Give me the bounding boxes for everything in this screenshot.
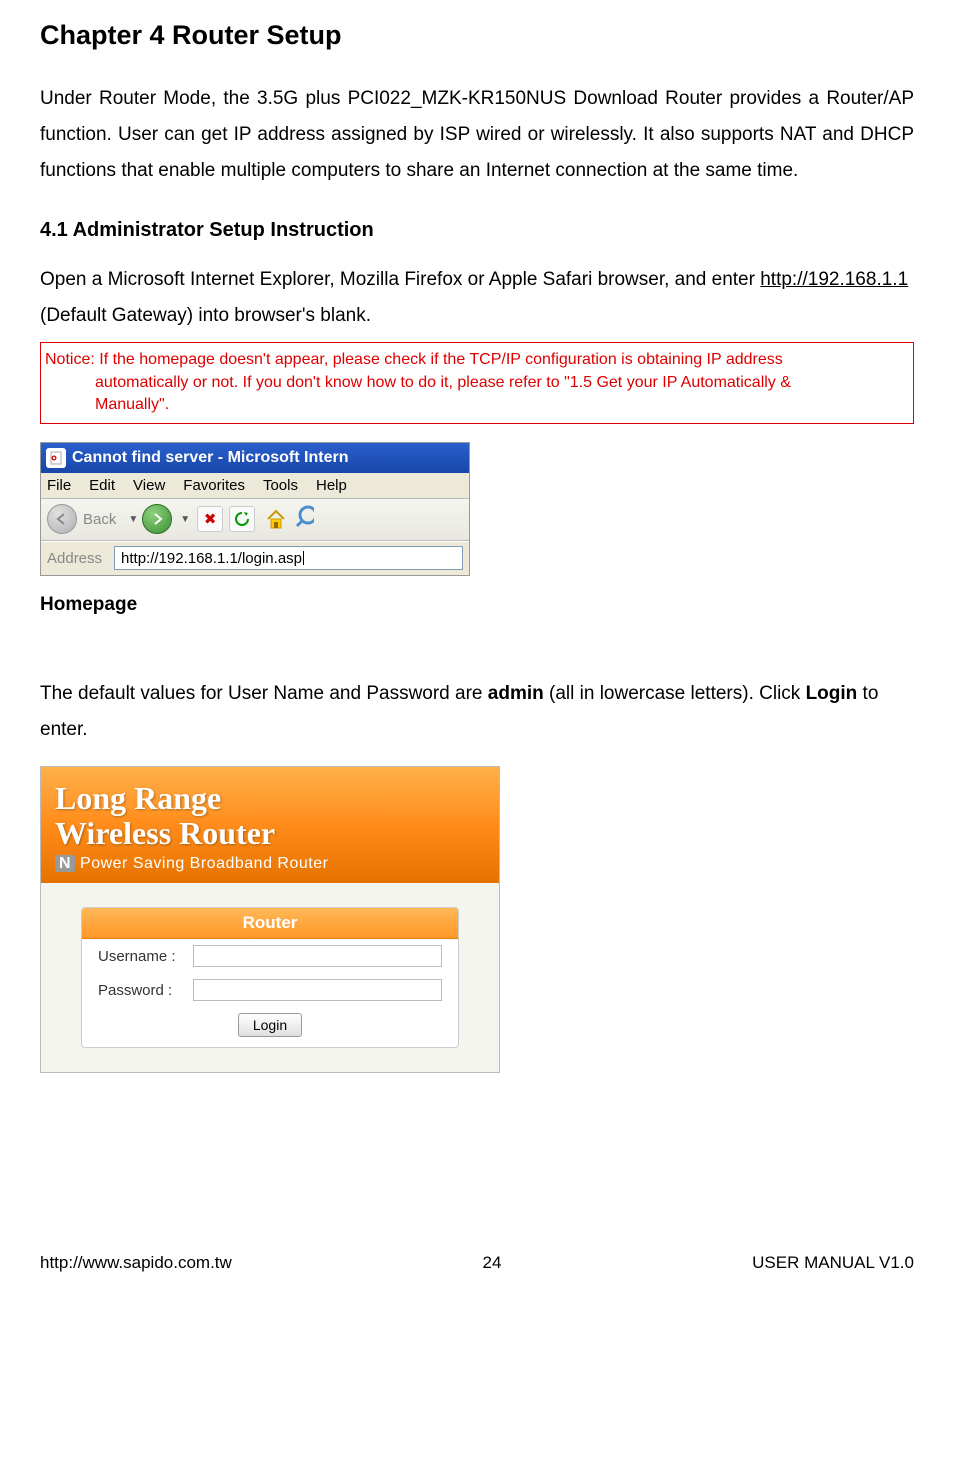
ie-menu-help[interactable]: Help (316, 477, 347, 494)
notice-box: Notice: If the homepage doesn't appear, … (40, 342, 914, 423)
homepage-heading: Homepage (40, 594, 914, 616)
forward-dropdown-icon[interactable]: ▼ (180, 514, 190, 525)
ie-menu-tools[interactable]: Tools (263, 477, 298, 494)
ie-browser-screenshot: Cannot find server - Microsoft Intern Fi… (40, 442, 470, 576)
ie-menu-edit[interactable]: Edit (89, 477, 115, 494)
address-value: http://192.168.1.1/login.asp (121, 550, 302, 567)
footer-page-number: 24 (483, 1253, 502, 1273)
ie-menu-favorites[interactable]: Favorites (183, 477, 245, 494)
login-panel: Router Username : Password : Login (81, 907, 459, 1048)
notice-line2: automatically or not. If you don't know … (45, 372, 909, 394)
chapter-title: Chapter 4 Router Setup (40, 20, 914, 51)
ie-menu-file[interactable]: File (47, 477, 71, 494)
ie-page-icon (46, 448, 66, 468)
ie-menu-bar: File Edit View Favorites Tools Help (41, 473, 469, 499)
search-icon[interactable] (294, 503, 314, 536)
chapter-intro: Under Router Mode, the 3.5G plus PCI022_… (40, 81, 914, 189)
back-button-label[interactable]: Back (83, 511, 116, 528)
login-header: Long Range Wireless Router N N Power Sav… (41, 767, 499, 883)
ie-title-text: Cannot find server - Microsoft Intern (72, 449, 348, 467)
login-panel-header: Router (82, 908, 458, 939)
notice-line3: Manually". (45, 394, 909, 416)
footer-manual-version: USER MANUAL V1.0 (752, 1253, 914, 1273)
back-button-icon[interactable] (47, 504, 77, 534)
login-intro-part1: The default values for User Name and Pas… (40, 683, 488, 704)
login-screenshot: Long Range Wireless Router N N Power Sav… (40, 766, 500, 1073)
ie-address-bar: Address http://192.168.1.1/login.asp (41, 541, 469, 575)
address-input[interactable]: http://192.168.1.1/login.asp (114, 546, 463, 570)
forward-button-icon[interactable] (142, 504, 172, 534)
password-label: Password : (98, 982, 193, 999)
notice-line1: If the homepage doesn't appear, please c… (99, 351, 783, 368)
section-text-before: Open a Microsoft Internet Explorer, Mozi… (40, 269, 760, 290)
ie-toolbar: Back ▼ ▼ ✖ (41, 499, 469, 541)
login-intro-bold-admin: admin (488, 683, 544, 704)
back-dropdown-icon[interactable]: ▼ (128, 514, 138, 525)
password-row: Password : (82, 973, 458, 1007)
login-intro-text: The default values for User Name and Pas… (40, 676, 914, 748)
username-label: Username : (98, 948, 193, 965)
text-cursor (303, 551, 304, 565)
notice-prefix: Notice: (45, 351, 99, 368)
ie-menu-view[interactable]: View (133, 477, 165, 494)
login-title-line1: Long Range (55, 781, 485, 816)
login-subtitle: N N Power Saving Broadband Router Power … (55, 855, 485, 873)
gateway-link[interactable]: http://192.168.1.1 (760, 269, 908, 290)
login-title-line2: Wireless Router (55, 816, 485, 851)
page-footer: http://www.sapido.com.tw 24 USER MANUAL … (40, 1253, 914, 1273)
login-body: Router Username : Password : Login (41, 883, 499, 1072)
ie-title-bar: Cannot find server - Microsoft Intern (41, 443, 469, 473)
username-input[interactable] (193, 945, 442, 967)
address-label: Address (47, 550, 102, 567)
stop-icon[interactable]: ✖ (197, 506, 223, 532)
username-row: Username : (82, 939, 458, 973)
section-text: Open a Microsoft Internet Explorer, Mozi… (40, 262, 914, 334)
login-intro-part2: (all in lowercase letters). Click (544, 683, 806, 704)
home-icon[interactable] (262, 505, 290, 533)
section-text-after: (Default Gateway) into browser's blank. (40, 305, 371, 326)
password-input[interactable] (193, 979, 442, 1001)
footer-url: http://www.sapido.com.tw (40, 1253, 232, 1273)
refresh-icon[interactable] (229, 506, 255, 532)
section-title: 4.1 Administrator Setup Instruction (40, 219, 914, 242)
login-button[interactable]: Login (238, 1013, 302, 1037)
login-intro-bold-login: Login (806, 683, 858, 704)
